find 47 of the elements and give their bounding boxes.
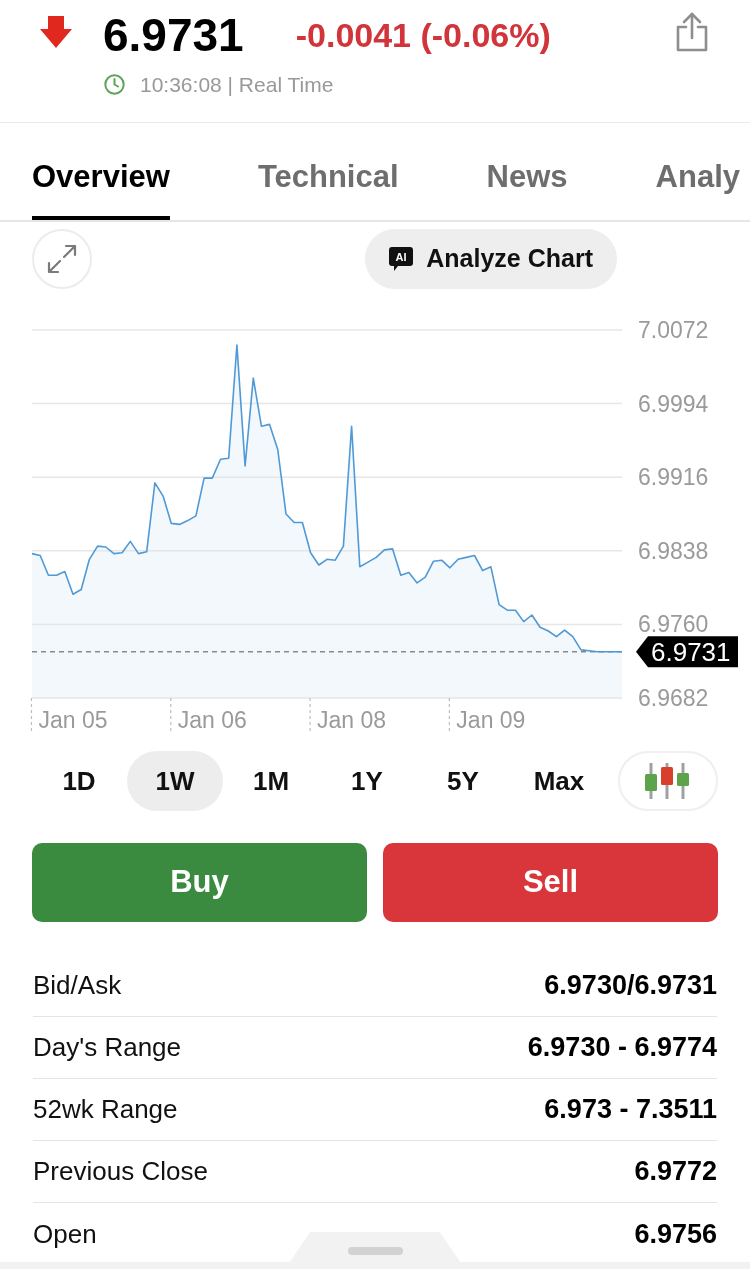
stat-label: Day's Range [33,1031,182,1064]
x-axis-label: Jan 05 [38,707,108,733]
grabber-handle[interactable] [348,1247,403,1255]
stat-value: 6.9730/6.9731 [544,969,717,1003]
analyze-chart-label: Analyze Chart [426,243,593,275]
stat-value: 6.9772 [634,1155,717,1189]
tab[interactable]: News [486,123,568,220]
y-axis-label: 7.0072 [638,317,709,343]
x-axis-label: Jan 06 [177,707,247,733]
buy-button[interactable]: Buy [32,843,367,922]
range-button[interactable]: Max [511,751,607,811]
x-axis-label: Jan 08 [317,707,387,733]
stat-value: 6.9756 [634,1217,717,1251]
stat-value: 6.973 - 7.3511 [544,1093,717,1127]
clock-icon [104,73,125,95]
sell-button[interactable]: Sell [383,843,718,922]
stat-label: 52wk Range [33,1093,178,1126]
quote-time: 10:36:08 | Real Time [140,73,334,95]
range-button[interactable]: 5Y [415,751,511,811]
expand-chart-button[interactable] [32,229,92,289]
tab[interactable]: Analy [655,123,740,220]
range-button[interactable]: 1D [31,751,127,811]
stat-label: Open [33,1217,97,1251]
range-button[interactable]: 1M [223,751,319,811]
tab[interactable]: Overview [32,123,170,220]
range-button[interactable]: 1W [127,751,223,811]
stat-label: Previous Close [33,1155,208,1188]
share-icon [674,12,710,52]
y-axis-label: 6.9838 [638,537,709,564]
expand-icon [47,244,77,274]
current-price-badge: 6.9731 [636,636,738,668]
tab[interactable]: Technical [257,123,399,220]
y-axis-label: 6.9682 [638,685,709,711]
y-axis-label: 6.9760 [638,611,709,638]
analyze-chart-button[interactable]: AI Analyze Chart [365,229,617,289]
y-axis-label: 6.9994 [638,390,709,417]
price: 6.9731 [103,12,244,58]
ai-chat-icon: AI [389,247,414,271]
chart-type-button[interactable] [618,751,718,811]
ref-line-label: 6.9731 [651,636,731,667]
stat-value: 6.9730 - 6.9774 [527,1031,717,1065]
stat-label: Bid/Ask [33,969,122,1002]
price-change: -0.0041 (-0.06%) [295,18,551,52]
x-axis-label: Jan 09 [456,707,526,733]
y-axis-label: 6.9916 [638,464,709,491]
range-button[interactable]: 1Y [319,751,415,811]
share-button[interactable] [674,12,710,52]
